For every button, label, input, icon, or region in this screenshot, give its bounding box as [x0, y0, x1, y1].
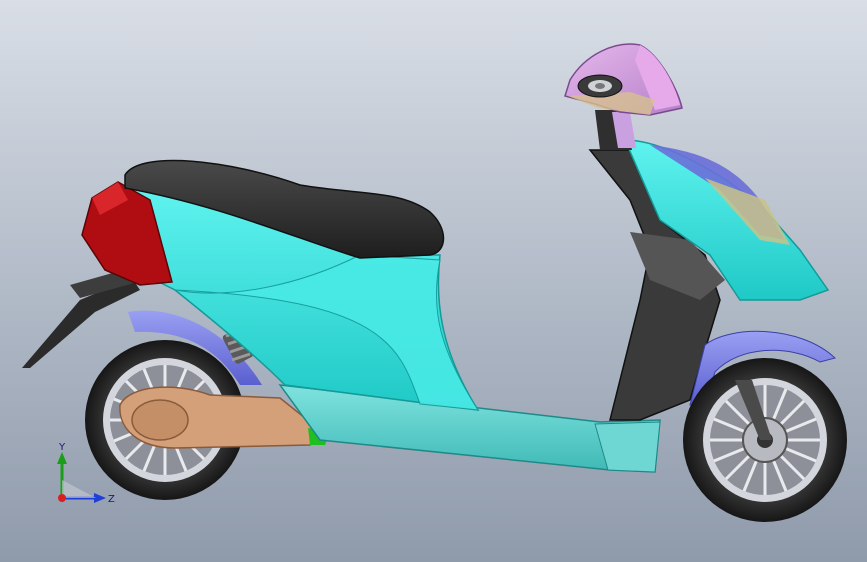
x-axis-origin-icon	[58, 494, 66, 502]
headlight-lens	[577, 74, 623, 98]
cad-graphics-viewport[interactable]: Y Z	[0, 0, 867, 562]
y-axis-label: Y	[58, 442, 66, 453]
scooter-3d-model[interactable]	[0, 0, 867, 562]
coordinate-triad-icon: Y Z	[57, 442, 115, 505]
z-axis-label: Z	[108, 494, 115, 505]
